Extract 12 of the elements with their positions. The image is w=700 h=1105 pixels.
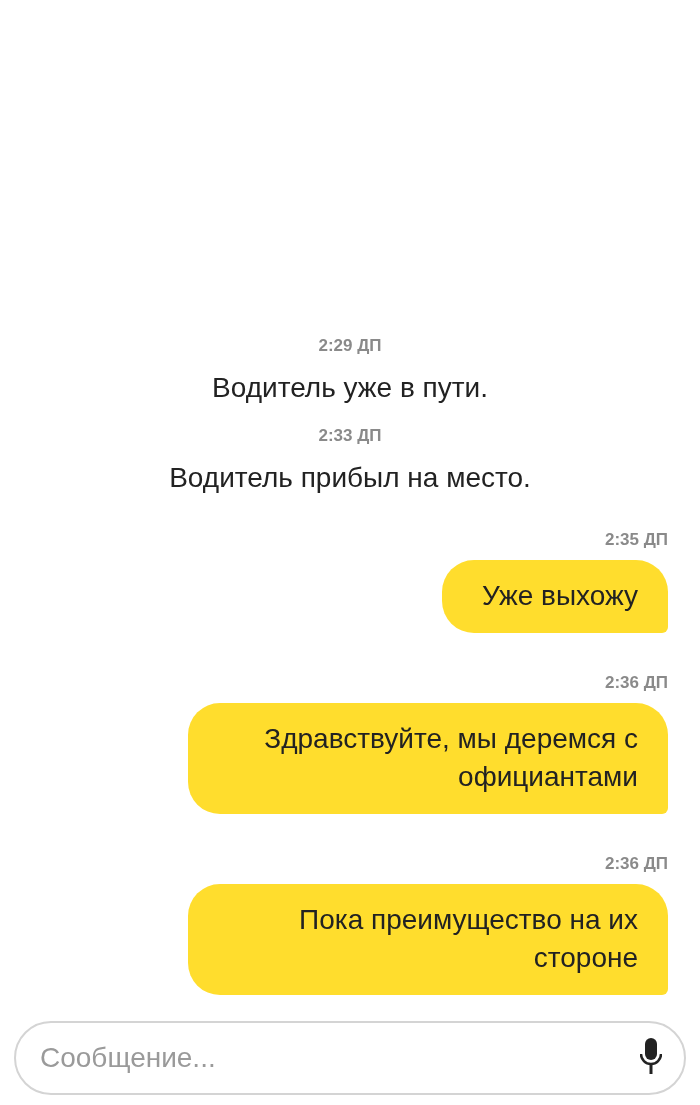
system-message: Водитель прибыл на место. <box>169 462 531 494</box>
message-time: 2:35 ДП <box>604 530 668 550</box>
message-time: 2:36 ДП <box>604 673 668 693</box>
message-bubble: Уже выхожу <box>442 560 668 633</box>
message-bubble: Пока преимущество на их стороне <box>188 884 668 995</box>
message-time: 2:29 ДП <box>318 336 382 356</box>
message-bubble: Здравствуйте, мы деремся с официантами <box>188 703 668 814</box>
system-message: Водитель уже в пути. <box>212 372 488 404</box>
microphone-icon[interactable] <box>640 1038 662 1076</box>
message-time: 2:36 ДП <box>604 854 668 874</box>
message-time: 2:33 ДП <box>318 426 382 446</box>
message-input[interactable]: Сообщение... <box>14 1021 686 1095</box>
